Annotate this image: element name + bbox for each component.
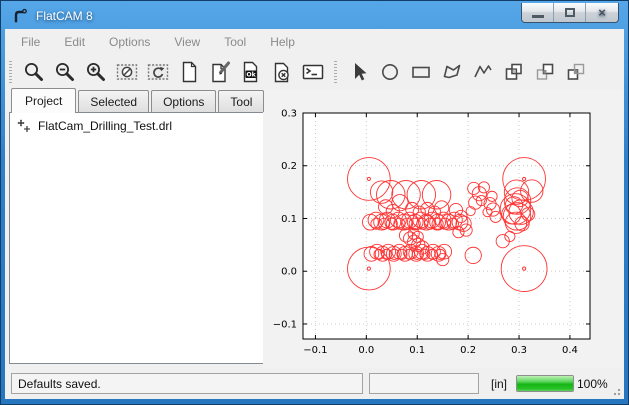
draw-path-button[interactable] (467, 57, 498, 86)
excellon-object-icon (17, 119, 31, 133)
open-project-button[interactable] (204, 57, 235, 86)
delete-file-icon (270, 60, 294, 84)
polygon-subtraction-icon (564, 60, 588, 84)
new-file-icon (177, 60, 201, 84)
svg-text:−0.1: −0.1 (303, 345, 327, 356)
svg-text:0.4: 0.4 (562, 345, 578, 356)
polygon-shape-icon (440, 60, 464, 84)
zoom-fit-button[interactable] (18, 57, 49, 86)
status-bar: Defaults saved. [in] 100% (5, 368, 624, 399)
menu-bar: File Edit Options View Tool Help (5, 29, 624, 55)
units-label: [in] (486, 377, 512, 391)
resize-grip-icon[interactable] (611, 386, 621, 396)
status-secondary-box (369, 373, 479, 394)
title-bar[interactable]: FlatCAM 8 × (2, 2, 627, 29)
replot-icon (146, 60, 170, 84)
shell-terminal-icon (301, 60, 325, 84)
progress-bar (516, 375, 574, 392)
svg-text:−0.1: −0.1 (273, 319, 297, 330)
tab-options[interactable]: Options (151, 90, 216, 112)
new-project-button[interactable] (173, 57, 204, 86)
tab-selected[interactable]: Selected (78, 90, 149, 112)
svg-text:0.2: 0.2 (281, 161, 297, 172)
left-panel: Project Selected Options Tool FlatCam_Dr… (9, 88, 265, 364)
draw-rectangle-button[interactable] (405, 57, 436, 86)
minimize-icon (532, 15, 544, 18)
zoom-out-icon (53, 60, 77, 84)
zoom-out-button[interactable] (49, 57, 80, 86)
clear-plot-button[interactable] (111, 57, 142, 86)
menu-tool[interactable]: Tool (212, 30, 258, 54)
rectangle-shape-icon (409, 60, 433, 84)
menu-help[interactable]: Help (258, 30, 307, 54)
tree-item-drill-file[interactable]: FlatCam_Drilling_Test.drl (10, 113, 264, 133)
editor-toolbar-drag-handle[interactable] (334, 61, 337, 83)
plot-canvas[interactable]: −0.1 0.0 0.1 0.2 0.3 0.4 −0.1 0.0 0.1 0.2 0.3 (263, 90, 623, 368)
clear-plot-icon (115, 60, 139, 84)
drill-plot[interactable]: −0.1 0.0 0.1 0.2 0.3 0.4 −0.1 0.0 0.1 0.2 0.3 (263, 90, 623, 368)
app-window: FlatCAM 8 × File Edit Options View Tool … (0, 0, 629, 405)
svg-text:0.2: 0.2 (460, 345, 476, 356)
zoom-fit-icon (22, 60, 46, 84)
polygon-subtraction-button[interactable] (560, 57, 591, 86)
polygon-union-icon (502, 60, 526, 84)
svg-text:0.1: 0.1 (281, 214, 297, 225)
polygon-intersection-button[interactable] (529, 57, 560, 86)
project-tree[interactable]: FlatCam_Drilling_Test.drl (9, 112, 265, 364)
tree-item-label: FlatCam_Drilling_Test.drl (38, 119, 172, 133)
tab-tool[interactable]: Tool (218, 90, 264, 112)
command-shell-button[interactable] (297, 57, 328, 86)
window-title: FlatCAM 8 (36, 9, 93, 23)
svg-text:Ok: Ok (246, 71, 256, 78)
delete-object-button[interactable] (266, 57, 297, 86)
save-ok-file-icon: Ok (239, 60, 263, 84)
svg-text:0.0: 0.0 (281, 267, 297, 278)
zoom-in-button[interactable] (80, 57, 111, 86)
minimize-button[interactable] (522, 3, 554, 22)
menu-edit[interactable]: Edit (52, 30, 97, 54)
menu-options[interactable]: Options (97, 30, 162, 54)
tab-bar: Project Selected Options Tool (9, 88, 265, 112)
svg-text:0.1: 0.1 (409, 345, 425, 356)
zoom-in-icon (84, 60, 108, 84)
save-project-button[interactable]: Ok (235, 57, 266, 86)
status-message: Defaults saved. (18, 377, 101, 391)
window-content: File Edit Options View Tool Help (5, 29, 624, 399)
menu-view[interactable]: View (162, 30, 212, 54)
svg-text:0.0: 0.0 (358, 345, 374, 356)
svg-text:0.3: 0.3 (511, 345, 527, 356)
draw-polygon-button[interactable] (436, 57, 467, 86)
svg-text:0.3: 0.3 (281, 109, 297, 120)
circle-shape-icon (378, 60, 402, 84)
toolbar: Ok (5, 55, 624, 88)
window-controls: × (521, 3, 619, 23)
draw-circle-button[interactable] (374, 57, 405, 86)
flatcam-logo-icon (11, 7, 29, 25)
maximize-icon (565, 8, 575, 17)
tab-project[interactable]: Project (11, 88, 76, 113)
polygon-intersection-icon (533, 60, 557, 84)
close-button[interactable]: × (586, 3, 618, 22)
cursor-arrow-icon (347, 60, 371, 84)
menu-file[interactable]: File (9, 30, 52, 54)
maximize-button[interactable] (554, 3, 586, 22)
progress-percent-label: 100% (577, 377, 608, 391)
main-area: Project Selected Options Tool FlatCam_Dr… (5, 88, 624, 367)
open-file-pencil-icon (208, 60, 232, 84)
polygon-union-button[interactable] (498, 57, 529, 86)
toolbar-drag-handle[interactable] (9, 61, 12, 83)
progress-bar-fill (517, 376, 573, 391)
close-icon: × (598, 6, 606, 19)
select-tool-button[interactable] (343, 57, 374, 86)
replot-button[interactable] (142, 57, 173, 86)
polyline-path-icon (471, 60, 495, 84)
status-message-box: Defaults saved. (11, 373, 363, 394)
